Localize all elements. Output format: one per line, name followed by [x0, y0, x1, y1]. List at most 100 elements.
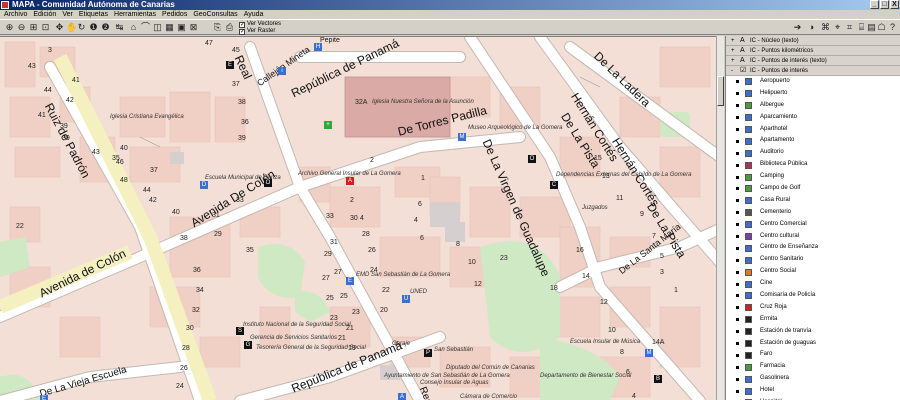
collapse-icon[interactable]: -: [731, 66, 736, 76]
layer-item[interactable]: Cementerio: [726, 207, 900, 219]
layer-visibility-dot[interactable]: [736, 389, 739, 393]
menu-archivo[interactable]: Archivo: [4, 10, 27, 19]
layer-group[interactable]: - ☑ IC - Puntos de interés: [726, 66, 900, 76]
layer-visibility-dot[interactable]: [736, 151, 739, 155]
layer-item[interactable]: Centro de Enseñanza: [726, 242, 900, 254]
layer-item[interactable]: Gasolinera: [726, 373, 900, 385]
social-security-icon[interactable]: S: [236, 327, 244, 335]
ver-vectores-check[interactable]: ✓ Ver Vectores: [239, 21, 281, 28]
layer-item[interactable]: Helipuerto: [726, 88, 900, 100]
expand-icon[interactable]: +: [731, 36, 736, 46]
pano-icon[interactable]: ▣: [176, 22, 187, 33]
layer-visibility-dot[interactable]: [736, 116, 739, 120]
map-view[interactable]: Ruiz de Padrón Real Callejón Mineta Repú…: [0, 36, 724, 400]
menu-pedidos[interactable]: Pedidos: [162, 10, 187, 19]
tool-d-icon[interactable]: ⌗: [844, 22, 855, 33]
layer-item[interactable]: Albergue: [726, 100, 900, 112]
layer-item[interactable]: Aparcamiento: [726, 112, 900, 124]
layer-visibility-dot[interactable]: [736, 377, 739, 381]
tool-g-icon[interactable]: ☖: [876, 22, 887, 33]
tool-a-icon[interactable]: ◑: [806, 22, 817, 33]
area-icon[interactable]: ⌂: [128, 22, 139, 33]
ver-raster-check[interactable]: ✓ Ver Raster: [239, 28, 281, 35]
profile-icon[interactable]: ⌒: [140, 22, 151, 33]
scroll-thumb[interactable]: [717, 76, 724, 106]
layer-visibility-dot[interactable]: [736, 342, 739, 346]
layer-item[interactable]: Camping: [726, 171, 900, 183]
layer-group[interactable]: + A IC - Puntos kilométricos: [726, 46, 900, 56]
layer-visibility-dot[interactable]: [736, 163, 739, 167]
expand-icon[interactable]: +: [731, 46, 736, 56]
layer-visibility-dot[interactable]: [736, 365, 739, 369]
health-office-icon[interactable]: G: [244, 341, 252, 349]
tool-b-icon[interactable]: ⌘: [820, 22, 831, 33]
menu-edicion[interactable]: Edición: [33, 10, 56, 19]
layer-group[interactable]: + A IC - Puntos de interés (texto): [726, 56, 900, 66]
layer-item[interactable]: Auditorio: [726, 147, 900, 159]
layer-item[interactable]: Centro Sanitario: [726, 254, 900, 266]
layer-item[interactable]: Centro Comercial: [726, 219, 900, 231]
emd-icon[interactable]: E: [346, 277, 354, 285]
layer-item[interactable]: Campo de Golf: [726, 183, 900, 195]
garage-icon[interactable]: P: [424, 349, 432, 357]
layer-visibility-dot[interactable]: [736, 104, 739, 108]
zoom-box-icon[interactable]: ⊞: [28, 22, 39, 33]
layer-visibility-dot[interactable]: [736, 318, 739, 322]
layer-item[interactable]: Aparthotel: [726, 124, 900, 136]
town-hall-icon[interactable]: A: [398, 393, 406, 400]
layer-item[interactable]: Farmacia: [726, 361, 900, 373]
cabildo-icon[interactable]: C: [550, 181, 558, 189]
info-icon[interactable]: i: [278, 67, 286, 75]
print-icon[interactable]: ⎙: [224, 22, 235, 33]
menu-herramientas[interactable]: Herramientas: [114, 10, 156, 19]
school-icon[interactable]: E: [40, 395, 48, 400]
layer-item[interactable]: Centro Social: [726, 266, 900, 278]
map-scrollbar[interactable]: [716, 36, 724, 400]
layer-visibility-dot[interactable]: [736, 282, 739, 286]
office-icon[interactable]: O: [264, 179, 272, 187]
zoom-in-icon[interactable]: ⊕: [4, 22, 15, 33]
layer-visibility-dot[interactable]: [736, 92, 739, 96]
school-icon[interactable]: E: [226, 61, 234, 69]
layer-visibility-dot[interactable]: [736, 353, 739, 357]
layer-visibility-dot[interactable]: [736, 223, 739, 227]
music-school-icon[interactable]: M: [645, 349, 653, 357]
layer-item[interactable]: Faro: [726, 349, 900, 361]
layer-item[interactable]: Comisaría de Policía: [726, 290, 900, 302]
layer-group[interactable]: + A IC - Núcleo (texto): [726, 36, 900, 46]
layer-visibility-dot[interactable]: [736, 187, 739, 191]
layer-visibility-dot[interactable]: [736, 175, 739, 179]
measure-icon[interactable]: ↹: [114, 22, 125, 33]
zoom-full-icon[interactable]: ⊡: [40, 22, 51, 33]
menu-ayuda[interactable]: Ayuda: [244, 10, 264, 19]
pan-icon[interactable]: ✥: [54, 22, 65, 33]
welfare-icon[interactable]: B: [654, 375, 662, 383]
layer-item[interactable]: Estación de tranvía: [726, 326, 900, 338]
refresh-icon[interactable]: ↻: [76, 22, 87, 33]
layer-visibility-dot[interactable]: [736, 258, 739, 262]
layer-visibility-dot[interactable]: [736, 139, 739, 143]
layer-visibility-dot[interactable]: [736, 235, 739, 239]
layer-visibility-dot[interactable]: [736, 270, 739, 274]
layer-item[interactable]: Apartamento: [726, 135, 900, 147]
tool-c-icon[interactable]: ⌖: [832, 22, 843, 33]
layer-visibility-dot[interactable]: [736, 199, 739, 203]
layer-visibility-dot[interactable]: [736, 211, 739, 215]
layer-item[interactable]: Ermita: [726, 314, 900, 326]
minimize-button[interactable]: _: [870, 0, 879, 9]
menu-geoconsultas[interactable]: GeoConsultas: [193, 10, 237, 19]
layer-item[interactable]: Biblioteca Pública: [726, 159, 900, 171]
layer-visibility-dot[interactable]: [736, 128, 739, 131]
layer-visibility-dot[interactable]: [736, 294, 739, 298]
uned-icon[interactable]: U: [402, 295, 410, 303]
help-icon[interactable]: ?: [887, 22, 898, 33]
arrow-icon[interactable]: ➔: [792, 22, 803, 33]
layer-item[interactable]: Casa Rural: [726, 195, 900, 207]
terrain-icon[interactable]: ▦: [164, 22, 175, 33]
hotel-icon[interactable]: H: [314, 43, 322, 51]
layer-visibility-dot[interactable]: [736, 80, 739, 84]
zoom-out-icon[interactable]: ⊖: [16, 22, 27, 33]
close-button[interactable]: X: [890, 0, 899, 9]
layer-visibility-dot[interactable]: [736, 306, 739, 310]
info2-icon[interactable]: ❷: [100, 22, 111, 33]
